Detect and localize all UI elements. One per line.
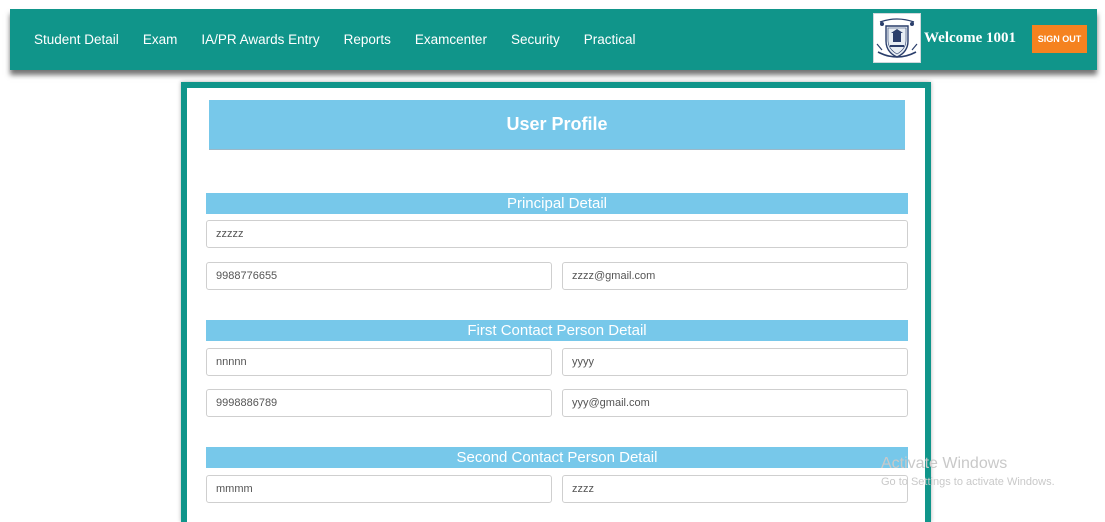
second-contact-section-header: Second Contact Person Detail bbox=[206, 447, 908, 468]
university-crest-icon bbox=[874, 14, 920, 62]
nav-item-security[interactable]: Security bbox=[511, 32, 560, 47]
university-logo bbox=[873, 13, 921, 63]
first-contact-designation-field[interactable] bbox=[562, 348, 908, 376]
nav-item-exam[interactable]: Exam bbox=[143, 32, 178, 47]
second-contact-name-field[interactable] bbox=[206, 475, 552, 503]
principal-detail-title: Principal Detail bbox=[506, 195, 608, 212]
first-contact-email-field[interactable] bbox=[562, 389, 908, 417]
activate-windows-watermark-title: Activate Windows bbox=[881, 455, 1008, 472]
sign-out-button[interactable]: SIGN OUT bbox=[1032, 25, 1087, 53]
nav-item-ia-pr-awards-entry[interactable]: IA/PR Awards Entry bbox=[201, 32, 319, 47]
activate-windows-watermark-subtitle: Go to Settings to activate Windows. bbox=[881, 476, 1055, 488]
nav-item-examcenter[interactable]: Examcenter bbox=[415, 32, 487, 47]
first-contact-section-header: First Contact Person Detail bbox=[206, 320, 908, 341]
nav-item-reports[interactable]: Reports bbox=[344, 32, 391, 47]
principal-phone-field[interactable] bbox=[206, 262, 552, 290]
second-contact-designation-field[interactable] bbox=[562, 475, 908, 503]
principal-detail-section-header: Principal Detail bbox=[206, 193, 908, 214]
nav-menu: Student Detail Exam IA/PR Awards Entry R… bbox=[10, 9, 635, 70]
nav-item-practical[interactable]: Practical bbox=[584, 32, 636, 47]
top-navbar: Student Detail Exam IA/PR Awards Entry R… bbox=[10, 9, 1097, 70]
principal-email-field[interactable] bbox=[562, 262, 908, 290]
user-profile-header: User Profile bbox=[209, 100, 905, 150]
nav-item-student-detail[interactable]: Student Detail bbox=[34, 32, 119, 47]
page-title: User Profile bbox=[506, 114, 608, 134]
first-contact-title: First Contact Person Detail bbox=[467, 322, 647, 339]
first-contact-name-field[interactable] bbox=[206, 348, 552, 376]
second-contact-title: Second Contact Person Detail bbox=[456, 449, 658, 466]
principal-name-field[interactable] bbox=[206, 220, 908, 248]
welcome-text: Welcome 1001 bbox=[924, 30, 1017, 46]
first-contact-phone-field[interactable] bbox=[206, 389, 552, 417]
